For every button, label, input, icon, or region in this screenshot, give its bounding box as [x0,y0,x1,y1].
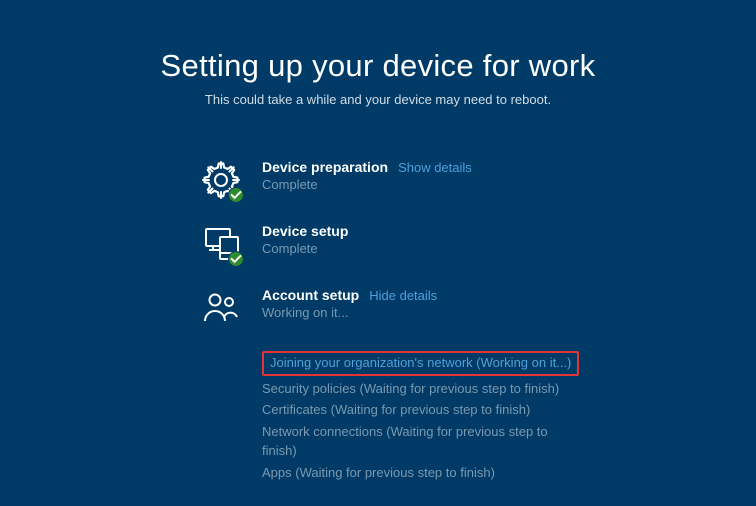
hide-details-link[interactable]: Hide details [369,288,437,303]
gear-icon [200,159,242,201]
section-title-account-setup: Account setup [262,287,359,303]
substep-network-connections: Network connections (Waiting for previou… [262,421,562,462]
substep-apps: Apps (Waiting for previous step to finis… [262,462,676,484]
section-device-setup: Device setup Complete [200,223,676,265]
account-setup-substeps: Joining your organization's network (Wor… [262,351,676,483]
section-status-device-setup: Complete [262,241,676,256]
section-title-device-preparation: Device preparation [262,159,388,175]
substep-security-policies: Security policies (Waiting for previous … [262,378,676,400]
page-title: Setting up your device for work [0,48,756,84]
section-status-device-preparation: Complete [262,177,676,192]
section-title-device-setup: Device setup [262,223,348,239]
show-details-link[interactable]: Show details [398,160,472,175]
substep-certificates: Certificates (Waiting for previous step … [262,399,676,421]
setup-sections: Device preparation Show details Complete [200,159,676,483]
section-account-setup: Account setup Hide details Working on it… [200,287,676,329]
section-device-preparation: Device preparation Show details Complete [200,159,676,201]
checkmark-icon [228,251,244,267]
substep-joining-network: Joining your organization's network (Wor… [262,351,579,376]
page-subtitle: This could take a while and your device … [0,92,756,107]
devices-icon [200,223,242,265]
section-status-account-setup: Working on it... [262,305,676,320]
checkmark-icon [228,187,244,203]
people-icon [200,287,242,329]
